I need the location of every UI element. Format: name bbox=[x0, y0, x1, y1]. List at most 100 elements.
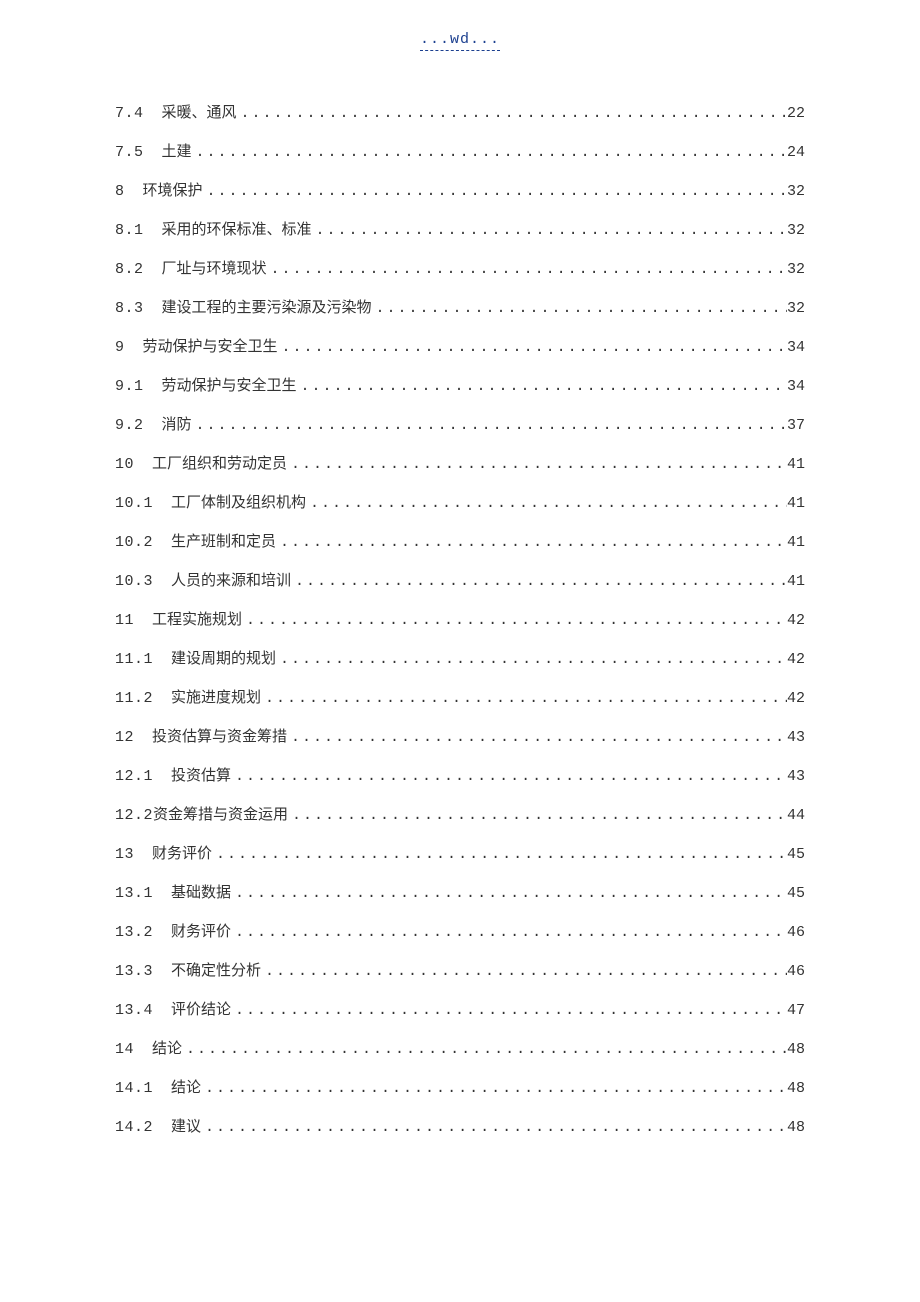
toc-entry-number: 10 bbox=[115, 453, 134, 477]
toc-entry[interactable]: 13.4评价结论 47 bbox=[115, 998, 805, 1023]
toc-entry-number: 9 bbox=[115, 336, 125, 360]
toc-entry[interactable]: 10.1工厂体制及组织机构 41 bbox=[115, 491, 805, 516]
toc-entry-leader bbox=[201, 1116, 787, 1140]
toc-entry-number: 12.1 bbox=[115, 765, 153, 789]
toc-entry-number: 9.1 bbox=[115, 375, 144, 399]
toc-entry-page: 42 bbox=[787, 609, 805, 633]
toc-entry-page: 46 bbox=[787, 960, 805, 984]
toc-entry[interactable]: 10 工厂组织和劳动定员 41 bbox=[115, 452, 805, 477]
toc-entry-title: 资金筹措与资金运用 bbox=[153, 803, 288, 827]
toc-entry[interactable]: 14.1结论 48 bbox=[115, 1076, 805, 1101]
toc-entry-page: 24 bbox=[787, 141, 805, 165]
toc-entry-leader bbox=[297, 375, 787, 399]
document-page: ...wd... 7.4采暖、通风 22 7.5 土建 24 8 环境保护 32 8.1采… bbox=[0, 0, 920, 1302]
toc-entry[interactable]: 7.4采暖、通风 22 bbox=[115, 101, 805, 126]
toc-entry-leader bbox=[261, 960, 787, 984]
toc-entry[interactable]: 13财务评价 45 bbox=[115, 842, 805, 867]
toc-entry[interactable]: 8.1采用的环保标准、标准 32 bbox=[115, 218, 805, 243]
toc-entry-leader bbox=[203, 180, 787, 204]
toc-entry[interactable]: 9劳动保护与安全卫生 34 bbox=[115, 335, 805, 360]
toc-entry[interactable]: 11 工程实施规划 42 bbox=[115, 608, 805, 633]
toc-entry-title: 生产班制和定员 bbox=[171, 530, 276, 554]
toc-entry-number: 10.1 bbox=[115, 492, 153, 516]
toc-entry-page: 45 bbox=[787, 882, 805, 906]
toc-entry-leader bbox=[182, 1038, 787, 1062]
toc-entry[interactable]: 14.2建议 48 bbox=[115, 1115, 805, 1140]
toc-entry-number: 11.1 bbox=[115, 648, 153, 672]
toc-entry-title: 工厂组织和劳动定员 bbox=[152, 452, 287, 476]
toc-entry-number: 13.2 bbox=[115, 921, 153, 945]
toc-entry-title: 土建 bbox=[162, 140, 192, 164]
toc-entry-number: 11 bbox=[115, 609, 134, 633]
toc-entry[interactable]: 7.5 土建 24 bbox=[115, 140, 805, 165]
toc-entry-number: 9.2 bbox=[115, 414, 144, 438]
toc-entry-page: 46 bbox=[787, 921, 805, 945]
toc-entry-leader bbox=[231, 999, 787, 1023]
toc-entry[interactable]: 12投资估算与资金筹措 43 bbox=[115, 725, 805, 750]
toc-entry[interactable]: 13.3不确定性分析 46 bbox=[115, 959, 805, 984]
toc-entry[interactable]: 11.2实施进度规划 42 bbox=[115, 686, 805, 711]
toc-entry-leader bbox=[306, 492, 787, 516]
header-text: ...wd... bbox=[420, 31, 500, 51]
toc-entry[interactable]: 8.2厂址与环境现状 32 bbox=[115, 257, 805, 282]
toc-entry-title: 工程实施规划 bbox=[152, 608, 242, 632]
toc-entry-leader bbox=[276, 648, 787, 672]
toc-entry-leader bbox=[267, 258, 787, 282]
toc-entry-leader bbox=[288, 804, 787, 828]
toc-entry-number: 7.4 bbox=[115, 102, 144, 126]
toc-entry[interactable]: 12.2资金筹措与资金运用 44 bbox=[115, 803, 805, 828]
toc-entry-leader bbox=[276, 531, 787, 555]
toc-entry-title: 环境保护 bbox=[143, 179, 203, 203]
toc-entry[interactable]: 12.1投资估算 43 bbox=[115, 764, 805, 789]
toc-entry-page: 42 bbox=[787, 648, 805, 672]
toc-entry-title: 消防 bbox=[162, 413, 192, 437]
toc-entry-page: 48 bbox=[787, 1077, 805, 1101]
toc-entry-title: 投资估算 bbox=[171, 764, 231, 788]
toc-entry-leader bbox=[312, 219, 787, 243]
toc-entry[interactable]: 8.3建设工程的主要污染源及污染物 32 bbox=[115, 296, 805, 321]
toc-entry-leader bbox=[287, 726, 787, 750]
toc-entry-leader bbox=[372, 297, 787, 321]
toc-entry-number: 13.4 bbox=[115, 999, 153, 1023]
toc-entry-title: 工厂体制及组织机构 bbox=[171, 491, 306, 515]
toc-entry-leader bbox=[192, 141, 787, 165]
toc-entry-number: 13.1 bbox=[115, 882, 153, 906]
toc-entry-page: 41 bbox=[787, 570, 805, 594]
toc-entry-leader bbox=[192, 414, 787, 438]
toc-entry-title: 财务评价 bbox=[171, 920, 231, 944]
toc-entry-title: 投资估算与资金筹措 bbox=[152, 725, 287, 749]
toc-entry-title: 结论 bbox=[152, 1037, 182, 1061]
toc-entry-title: 建设周期的规划 bbox=[171, 647, 276, 671]
toc-entry-page: 32 bbox=[787, 297, 805, 321]
toc-entry-leader bbox=[291, 570, 787, 594]
toc-entry[interactable]: 8环境保护 32 bbox=[115, 179, 805, 204]
toc-entry-page: 42 bbox=[787, 687, 805, 711]
toc-entry-page: 41 bbox=[787, 453, 805, 477]
toc-entry[interactable]: 10.3人员的来源和培训 41 bbox=[115, 569, 805, 594]
toc-entry-page: 34 bbox=[787, 336, 805, 360]
toc-entry[interactable]: 13.1基础数据 45 bbox=[115, 881, 805, 906]
toc-entry-page: 32 bbox=[787, 258, 805, 282]
toc-entry-title: 采用的环保标准、标准 bbox=[162, 218, 312, 242]
toc-entry[interactable]: 13.2 财务评价 46 bbox=[115, 920, 805, 945]
toc-entry[interactable]: 10.2生产班制和定员 41 bbox=[115, 530, 805, 555]
toc-entry[interactable]: 9.2消防 37 bbox=[115, 413, 805, 438]
toc-entry-leader bbox=[231, 882, 787, 906]
toc-entry[interactable]: 11.1 建设周期的规划 42 bbox=[115, 647, 805, 672]
page-header: ...wd... bbox=[115, 30, 805, 51]
toc-entry-leader bbox=[201, 1077, 787, 1101]
toc-entry-number: 14 bbox=[115, 1038, 134, 1062]
toc-entry[interactable]: 9.1劳动保护与安全卫生 34 bbox=[115, 374, 805, 399]
toc-entry-title: 建设工程的主要污染源及污染物 bbox=[162, 296, 372, 320]
toc-entry-number: 10.2 bbox=[115, 531, 153, 555]
toc-entry-leader bbox=[261, 687, 787, 711]
toc-entry-number: 8 bbox=[115, 180, 125, 204]
toc-entry-title: 实施进度规划 bbox=[171, 686, 261, 710]
toc-entry-page: 48 bbox=[787, 1038, 805, 1062]
toc-entry-leader bbox=[231, 921, 787, 945]
toc-entry[interactable]: 14 结论 48 bbox=[115, 1037, 805, 1062]
toc-entry-title: 不确定性分析 bbox=[171, 959, 261, 983]
toc-entry-leader bbox=[278, 336, 787, 360]
toc-entry-number: 7.5 bbox=[115, 141, 144, 165]
toc-entry-leader bbox=[242, 609, 787, 633]
